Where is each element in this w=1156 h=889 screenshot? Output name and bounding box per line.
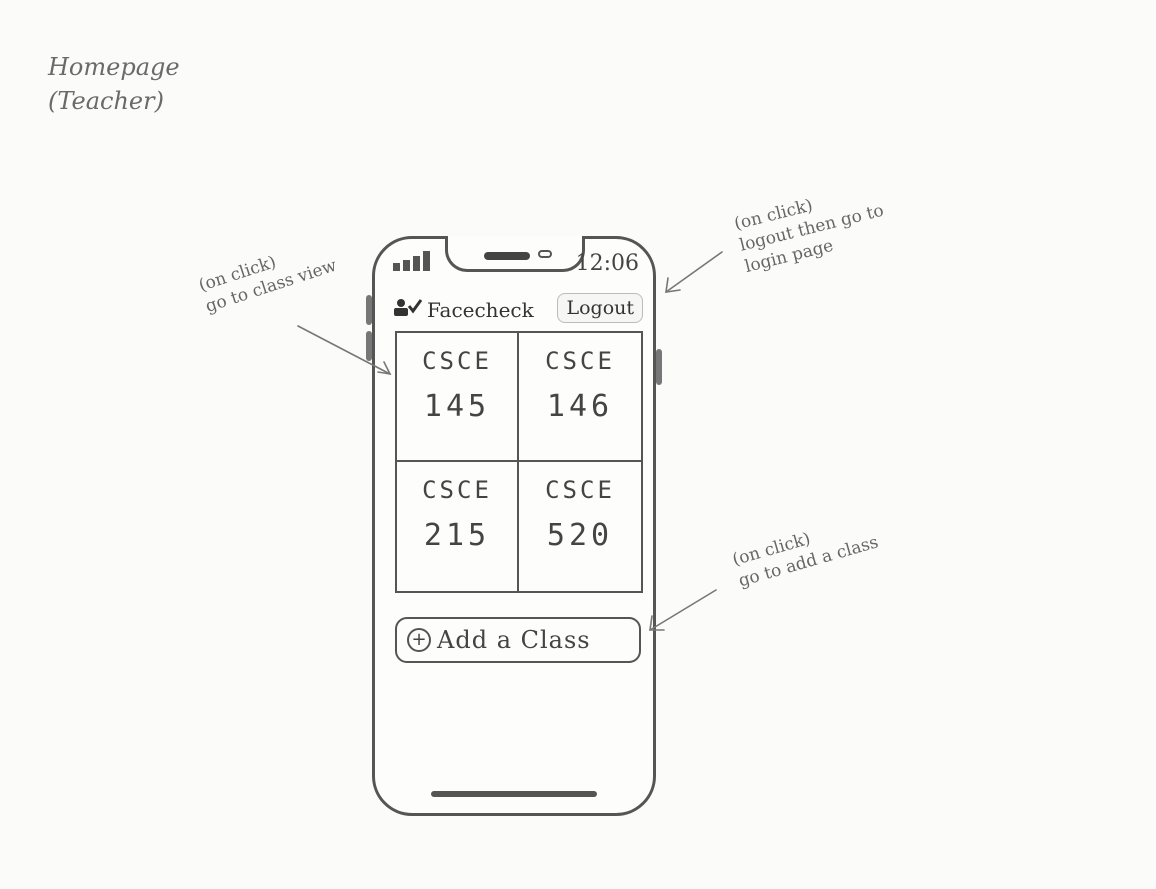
speaker-icon (484, 252, 530, 260)
logout-button[interactable]: Logout (557, 293, 643, 323)
page-title: Homepage (Teacher) (48, 50, 180, 118)
annotation-add: (on click) go to add a class (730, 510, 881, 592)
class-number: 520 (546, 518, 614, 553)
class-dept: CSCE (545, 347, 615, 375)
page-title-line1: Homepage (48, 53, 180, 81)
class-dept: CSCE (545, 476, 615, 504)
annotation-classview: (on click) go to class view (196, 234, 340, 318)
signal-icon (393, 251, 430, 271)
class-number: 145 (423, 389, 491, 424)
class-number: 146 (546, 389, 614, 424)
class-dept: CSCE (422, 347, 492, 375)
class-dept: CSCE (422, 476, 492, 504)
app-name: Facecheck (427, 297, 534, 322)
brand: Facecheck (393, 297, 534, 322)
arrow-logout-line (665, 251, 723, 293)
phone-frame: 12:06 Facecheck Logout CSCE 145 CSCE 146… (366, 236, 662, 816)
arrow-logout-head (665, 277, 681, 293)
class-grid: CSCE 145 CSCE 146 CSCE 215 CSCE 520 (395, 331, 643, 593)
arrow-add-line (649, 589, 717, 631)
phone-side-button (366, 331, 372, 361)
annotation-logout: (on click) logout then go to login page (732, 178, 891, 278)
class-tile-csce-145[interactable]: CSCE 145 (397, 333, 519, 462)
phone-notch (445, 236, 585, 272)
add-class-label: Add a Class (437, 626, 591, 654)
status-time: 12:06 (575, 251, 639, 276)
class-tile-csce-520[interactable]: CSCE 520 (519, 462, 641, 591)
camera-icon (538, 250, 552, 258)
phone-power-button (656, 349, 662, 385)
home-indicator[interactable] (431, 791, 597, 797)
user-check-icon (393, 297, 423, 322)
plus-circle-icon: + (407, 628, 431, 652)
class-tile-csce-215[interactable]: CSCE 215 (397, 462, 519, 591)
app-header: Facecheck Logout (389, 293, 643, 325)
class-tile-csce-146[interactable]: CSCE 146 (519, 333, 641, 462)
add-class-button[interactable]: + Add a Class (395, 617, 641, 663)
page-title-line2: (Teacher) (48, 87, 164, 115)
class-number: 215 (423, 518, 491, 553)
phone-side-button (366, 295, 372, 325)
user-check-icon-svg (394, 299, 423, 316)
